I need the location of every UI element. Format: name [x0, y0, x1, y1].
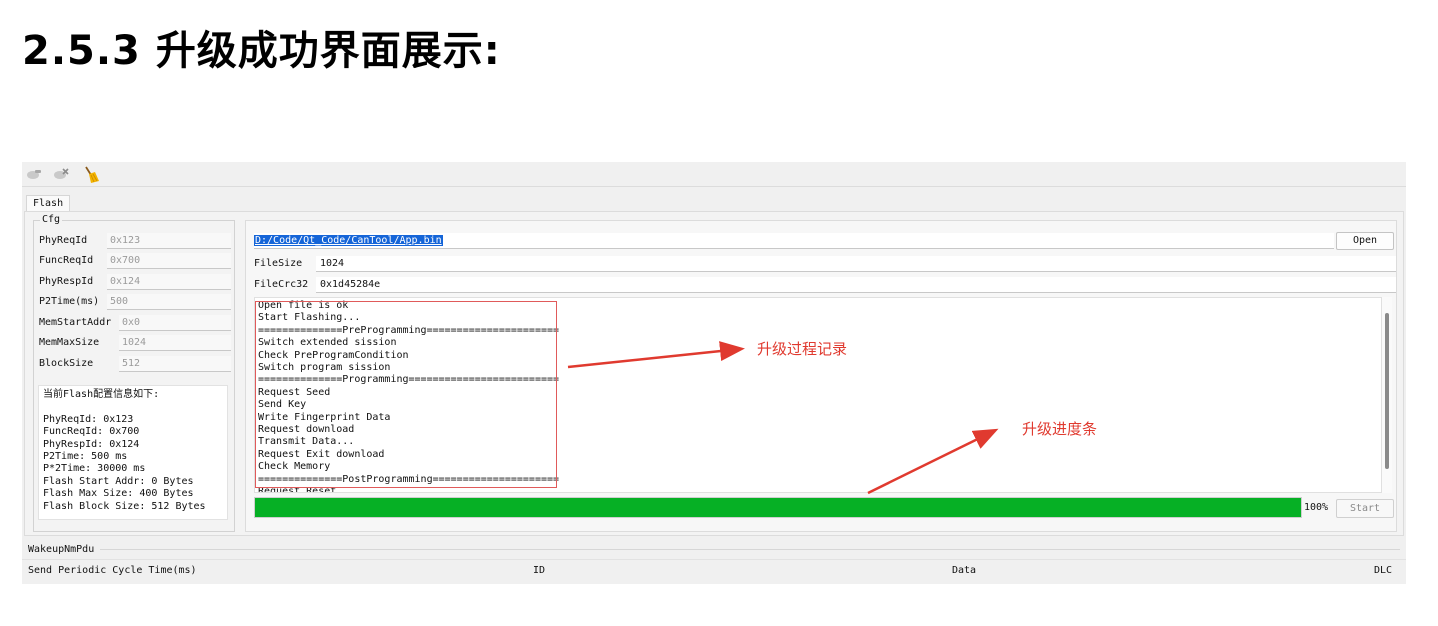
- mem-start-addr-input[interactable]: 0x0: [119, 315, 231, 331]
- progress-percent: 100%: [1304, 502, 1329, 513]
- cfg-row-block-size: BlockSize 512: [39, 356, 231, 372]
- flash-panel: D:/Code/Qt_Code/CanTool/App.bin Open Fil…: [245, 220, 1397, 532]
- file-path-input[interactable]: D:/Code/Qt_Code/CanTool/App.bin: [254, 233, 1334, 249]
- cfg-label: MemStartAddr: [39, 317, 112, 328]
- flash-tab-pane: Cfg PhyReqId 0x123 FuncReqId 0x700 PhyRe…: [24, 211, 1404, 536]
- block-size-input[interactable]: 512: [119, 356, 231, 372]
- cfg-label: BlockSize: [39, 358, 94, 369]
- col-header-id: ID: [533, 565, 546, 576]
- p2-time-input[interactable]: 500: [107, 294, 231, 310]
- col-header-dlc: DLC: [1374, 565, 1393, 576]
- cfg-label: MemMaxSize: [39, 337, 100, 348]
- col-header-data: Data: [952, 565, 977, 576]
- cfg-row-func-req-id: FuncReqId 0x700: [39, 253, 231, 269]
- cfg-row-phy-resp-id: PhyRespId 0x124: [39, 274, 231, 290]
- file-path-text: D:/Code/Qt_Code/CanTool/App.bin: [254, 235, 443, 246]
- log-scrollbar-thumb[interactable]: [1385, 313, 1389, 469]
- can-tool-window: Flash Cfg PhyReqId 0x123 FuncReqId 0x700…: [22, 162, 1406, 584]
- cfg-group: Cfg PhyReqId 0x123 FuncReqId 0x700 PhyRe…: [33, 214, 235, 532]
- cfg-label: P2Time(ms): [39, 296, 100, 307]
- func-req-id-input[interactable]: 0x700: [107, 253, 231, 269]
- mem-max-size-input[interactable]: 1024: [119, 335, 231, 351]
- wakeup-table-header: Send Periodic Cycle Time(ms) ID Data DLC: [22, 559, 1406, 581]
- cfg-group-title: Cfg: [40, 214, 63, 225]
- tab-flash[interactable]: Flash: [26, 195, 71, 211]
- file-size-field[interactable]: 1024: [316, 256, 1396, 272]
- file-size-row: FileSize 1024: [254, 256, 1396, 272]
- start-button[interactable]: Start: [1336, 499, 1394, 518]
- document-heading: 2.5.3 升级成功界面展示:: [22, 28, 501, 74]
- disconnect-icon[interactable]: [52, 166, 70, 182]
- log-annotation-label: 升级过程记录: [757, 340, 848, 358]
- cfg-row-phy-req-id: PhyReqId 0x123: [39, 233, 231, 249]
- col-header-cycle-time: Send Periodic Cycle Time(ms): [28, 565, 197, 576]
- file-crc-row: FileCrc32 0x1d45284e: [254, 277, 1396, 293]
- phy-req-id-input[interactable]: 0x123: [107, 233, 231, 249]
- broom-icon[interactable]: [82, 166, 100, 183]
- cfg-label: PhyRespId: [39, 276, 94, 287]
- wakeup-group-title: WakeupNmPdu: [28, 544, 95, 555]
- flash-progress-fill: [255, 498, 1301, 517]
- connect-icon[interactable]: [25, 166, 43, 182]
- cfg-row-p2-time: P2Time(ms) 500: [39, 294, 231, 310]
- cfg-row-mem-max-size: MemMaxSize 1024: [39, 335, 231, 351]
- wakeup-group-divider: [100, 549, 1400, 550]
- file-size-label: FileSize: [254, 258, 303, 269]
- toolbar: [22, 162, 1406, 187]
- flash-config-info: 当前Flash配置信息如下: PhyReqId: 0x123 FuncReqId…: [38, 385, 228, 520]
- cfg-row-mem-start-addr: MemStartAddr 0x0: [39, 315, 231, 331]
- file-crc-label: FileCrc32: [254, 279, 309, 290]
- file-crc-field[interactable]: 0x1d45284e: [316, 277, 1396, 293]
- progress-annotation-label: 升级进度条: [1022, 420, 1098, 438]
- log-highlight-box: [255, 301, 557, 488]
- cfg-label: PhyReqId: [39, 235, 88, 246]
- open-button[interactable]: Open: [1336, 232, 1394, 250]
- log-scrollbar[interactable]: [1382, 297, 1392, 493]
- cfg-label: FuncReqId: [39, 255, 94, 266]
- flash-progress-bar: [254, 497, 1302, 518]
- phy-resp-id-input[interactable]: 0x124: [107, 274, 231, 290]
